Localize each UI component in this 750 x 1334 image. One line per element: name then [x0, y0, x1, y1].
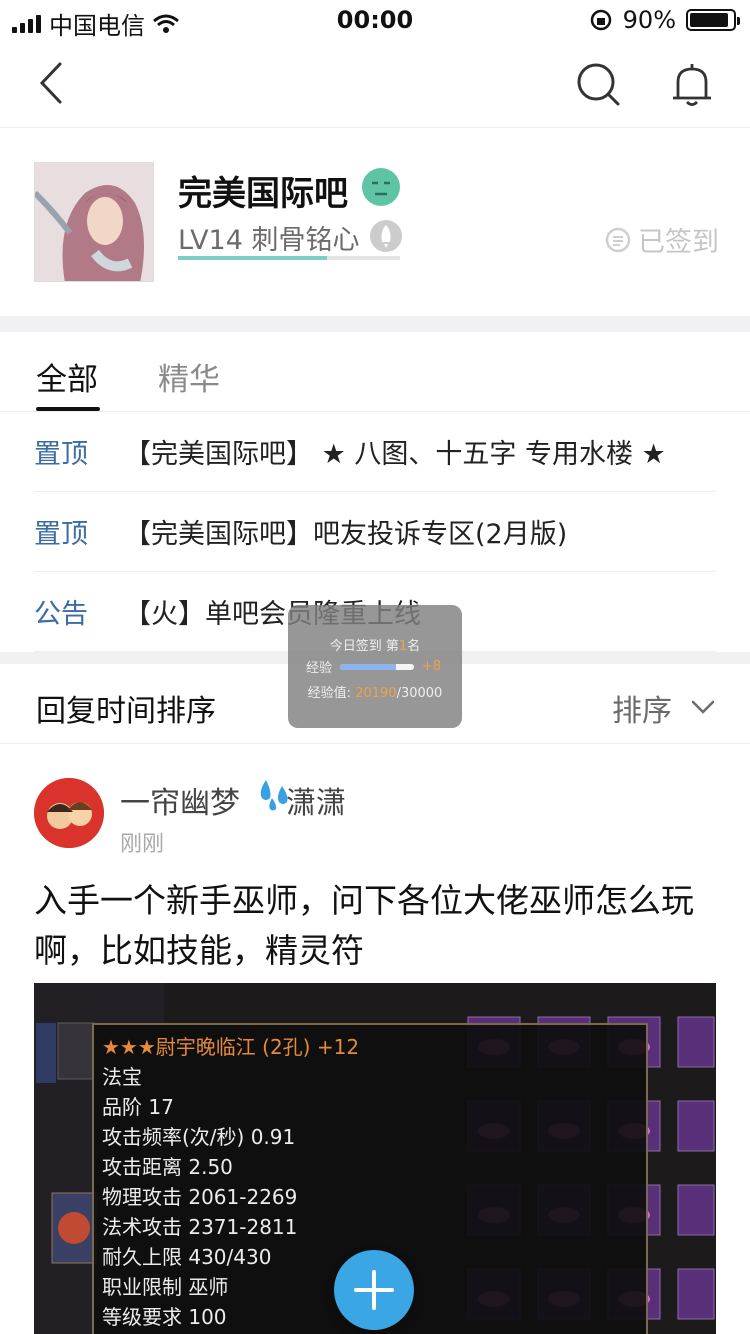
toast-rank: 1 — [398, 639, 408, 654]
pinned-thread[interactable]: 置顶 【完美国际吧】 ★ 八图、十五字 专用水楼 ★ — [34, 412, 716, 492]
compose-post-button[interactable] — [334, 1250, 414, 1330]
battery-icon — [686, 9, 740, 31]
level-progress-bar — [178, 256, 400, 260]
item-stat: 物理攻击 2061-2269 — [102, 1185, 298, 1209]
toast-value-total: /30000 — [396, 686, 443, 701]
signed-in-status[interactable]: 已签到 — [604, 220, 719, 259]
tab-all[interactable]: 全部 — [36, 354, 98, 399]
post-time: 刚刚 — [120, 832, 165, 857]
battery-fill — [690, 13, 728, 27]
toast-exp-value-line: 经验值: 20190/30000 — [288, 682, 462, 701]
sweat-drops-icon — [260, 780, 288, 811]
signed-label: 已签到 — [638, 227, 719, 258]
status-right: 90% — [589, 6, 740, 34]
toast-exp-bar — [340, 663, 415, 670]
battery-percent: 90% — [622, 6, 676, 34]
toast-rank-prefix: 今日签到 第 — [329, 639, 399, 654]
item-stat: 攻击距离 2.50 — [102, 1155, 233, 1179]
item-stat: 等级要求 100 — [102, 1305, 227, 1329]
toast-exp-gain: +8 — [422, 659, 442, 674]
plus-icon — [354, 1270, 394, 1310]
forum-avatar-image — [35, 163, 153, 281]
pin-title: 【完美国际吧】 ★ 八图、十五字 专用水楼 ★ — [124, 439, 666, 470]
pin-tag: 置顶 — [34, 519, 88, 550]
toast-exp-fill — [340, 663, 396, 670]
toast-rank-suffix: 名 — [407, 639, 421, 654]
forum-title: 完美国际吧 — [178, 175, 348, 213]
rocket-icon — [370, 220, 402, 252]
item-stat: 法宝 — [102, 1065, 142, 1089]
item-stat: 耐久上限 430/430 — [102, 1245, 272, 1269]
pin-title: 【完美国际吧】吧友投诉专区(2月版) — [124, 519, 568, 550]
section-divider — [0, 316, 750, 332]
forum-avatar[interactable] — [34, 162, 154, 282]
status-bar: 中国电信 00:00 90% — [0, 0, 750, 40]
item-stat: 品阶 17 — [102, 1095, 174, 1119]
active-tab-indicator — [36, 407, 100, 411]
author-name-part-2: 潇潇 — [286, 786, 346, 821]
item-stat: 职业限制 巫师 — [102, 1275, 229, 1299]
tab-bar: 全部 精华 — [0, 332, 750, 412]
sign-in-toast: 今日签到 第1名 经验 +8 经验值: 20190/30000 — [288, 605, 462, 728]
signed-icon — [605, 227, 631, 252]
back-arrow-icon[interactable] — [30, 58, 80, 108]
announcement-tag: 公告 — [34, 599, 88, 630]
forum-header: 完美国际吧 LV14 刺骨铭心 已签到 — [0, 128, 750, 316]
bell-icon[interactable] — [668, 60, 716, 108]
level-progress-fill — [178, 256, 327, 260]
forum-level: LV14 刺骨铭心 — [178, 225, 360, 256]
post-author[interactable]: 一帘幽梦 潇潇 — [120, 778, 346, 822]
toast-value-label: 经验值: — [307, 686, 352, 701]
nav-bar — [0, 40, 750, 128]
pin-tag: 置顶 — [34, 439, 88, 470]
item-name: ★★★尉宇晚临江 (2孔) +12 — [102, 1035, 360, 1059]
item-stat: 法术攻击 2371-2811 — [102, 1215, 298, 1239]
item-stat: 攻击频率(次/秒) 0.91 — [102, 1125, 296, 1149]
rotation-lock-icon — [590, 9, 611, 31]
avatar[interactable] — [34, 778, 104, 848]
toast-value-current: 20190 — [355, 686, 397, 701]
sort-mode-label: 回复时间排序 — [36, 694, 216, 729]
author-name-part-1: 一帘幽梦 — [120, 786, 240, 821]
level-face-icon — [362, 168, 400, 206]
tab-featured[interactable]: 精华 — [158, 354, 220, 399]
search-icon[interactable] — [574, 60, 622, 108]
post-body[interactable]: 入手一个新手巫师，问下各位大佬巫师怎么玩啊，比如技能，精灵符 — [34, 876, 724, 976]
sort-button[interactable]: 排序 — [612, 686, 672, 730]
pinned-thread[interactable]: 置顶 【完美国际吧】吧友投诉专区(2月版) — [34, 492, 716, 572]
chevron-down-icon[interactable] — [690, 694, 716, 720]
toast-exp-row: 经验 +8 — [306, 657, 456, 676]
toast-exp-label: 经验 — [306, 661, 333, 676]
toast-rank-line: 今日签到 第1名 — [288, 635, 462, 654]
